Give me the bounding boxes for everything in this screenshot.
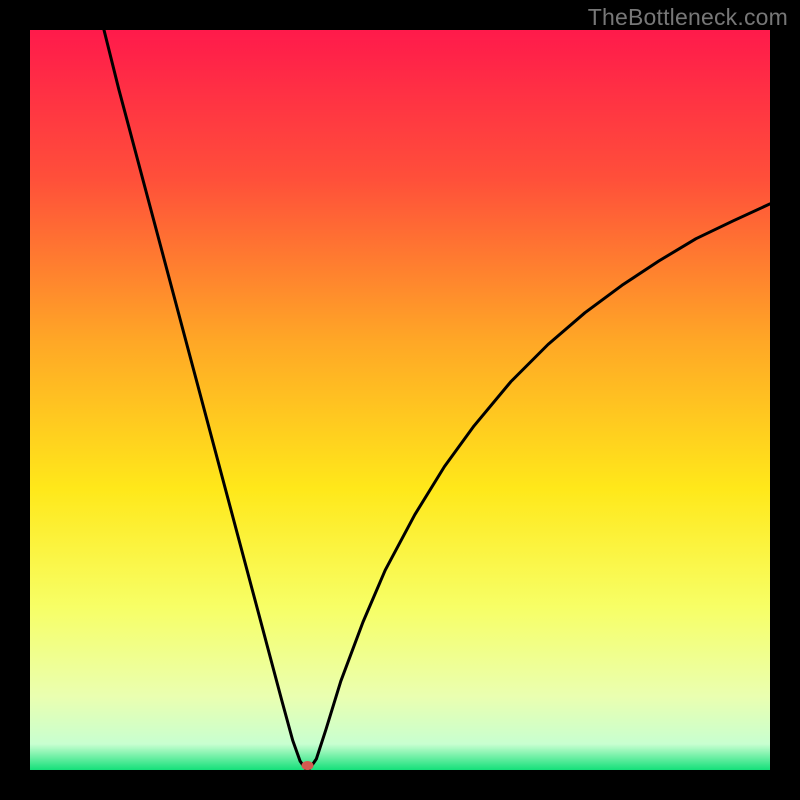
chart-frame: TheBottleneck.com [0, 0, 800, 800]
bottleneck-chart [30, 30, 770, 770]
chart-background [30, 30, 770, 770]
plot-area [30, 30, 770, 770]
optimal-point-marker [302, 761, 314, 770]
watermark-text: TheBottleneck.com [588, 4, 788, 31]
